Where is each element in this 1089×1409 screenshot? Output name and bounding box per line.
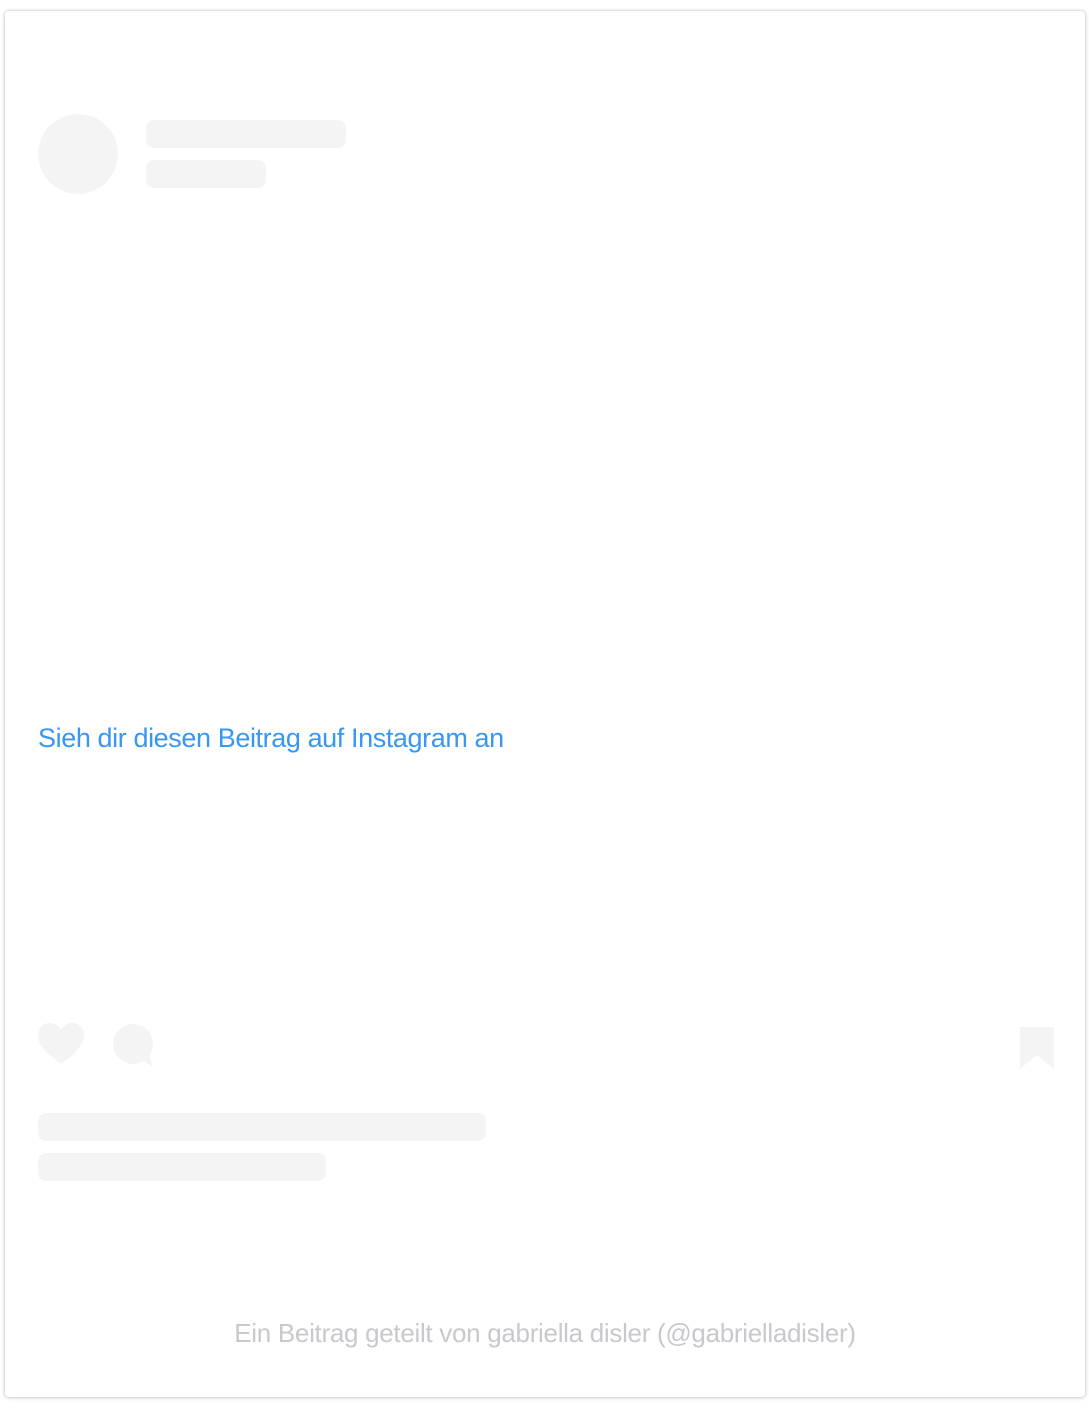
caption-placeholder-line — [38, 1113, 486, 1141]
comment-icon — [113, 1024, 153, 1067]
avatar-placeholder — [38, 114, 118, 194]
shared-by-caption: Ein Beitrag geteilt von gabriella disler… — [234, 1318, 856, 1348]
view-on-instagram-link[interactable]: Sieh dir diesen Beitrag auf Instagram an — [38, 721, 504, 755]
instagram-embed-card[interactable]: Sieh dir diesen Beitrag auf Instagram an… — [5, 11, 1085, 1397]
heart-icon — [38, 1023, 84, 1064]
caption-placeholder-line — [38, 1153, 326, 1181]
bookmark-icon — [1020, 1027, 1054, 1069]
username-placeholder — [146, 120, 346, 148]
location-placeholder — [146, 160, 266, 188]
